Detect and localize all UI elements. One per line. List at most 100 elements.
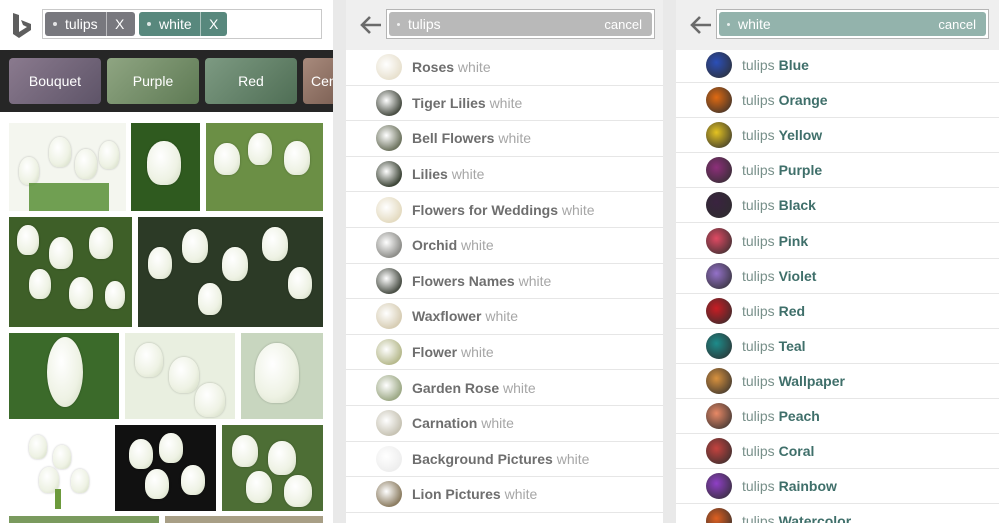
suggestion-suffix: white bbox=[498, 130, 532, 147]
query-box[interactable]: white cancel bbox=[716, 9, 989, 39]
suggestion-suffix: white bbox=[518, 272, 552, 289]
suggestion-term: Coral bbox=[778, 443, 815, 460]
suggestion-row[interactable]: Garden Rose white bbox=[346, 370, 663, 406]
suggestion-thumbnail bbox=[376, 303, 402, 330]
query-chip[interactable]: white cancel bbox=[719, 12, 986, 36]
suggestion-suffix: white bbox=[489, 94, 523, 111]
suggestion-row[interactable]: tulips Purple bbox=[676, 153, 999, 189]
suggestion-row[interactable]: Tiger Lilies white bbox=[346, 86, 663, 122]
image-result[interactable] bbox=[9, 123, 126, 211]
suggestion-row[interactable]: Bell Flowers white bbox=[346, 121, 663, 157]
suggestion-prefix: tulips bbox=[742, 197, 775, 214]
query-text: white bbox=[738, 16, 771, 32]
image-result[interactable] bbox=[222, 425, 323, 511]
suggestion-prefix: tulips bbox=[742, 232, 775, 249]
suggestion-row[interactable]: tulips Violet bbox=[676, 259, 999, 294]
suggestion-term: Red bbox=[778, 302, 806, 319]
suggestion-row[interactable]: tulips Watercolor bbox=[676, 504, 999, 523]
image-result[interactable] bbox=[241, 333, 323, 419]
suggestion-row[interactable]: tulips Coral bbox=[676, 434, 999, 470]
suggestion-term: Flowers Names bbox=[412, 272, 515, 289]
suggestion-thumbnail bbox=[376, 125, 402, 152]
suggestion-term: Orange bbox=[778, 92, 828, 109]
suggestion-text: Flowers for Weddings white bbox=[412, 202, 595, 218]
image-result[interactable] bbox=[131, 123, 200, 211]
suggestion-suffix: white bbox=[461, 237, 494, 254]
image-result[interactable] bbox=[115, 425, 216, 511]
suggestion-row[interactable]: Flowers for Weddings white bbox=[346, 192, 663, 228]
suggestion-term: Lion Pictures bbox=[412, 486, 501, 503]
suggestion-row[interactable]: Flowers Names white bbox=[346, 264, 663, 300]
chip-dot-icon bbox=[727, 22, 730, 26]
remove-chip-button[interactable]: X bbox=[105, 12, 133, 36]
search-header: tulips X white X bbox=[0, 0, 333, 50]
back-arrow-icon[interactable] bbox=[360, 15, 382, 35]
suggestion-prefix: tulips bbox=[742, 162, 775, 179]
filter-tile-cen[interactable]: Cen bbox=[303, 58, 333, 104]
suggestion-row[interactable]: Roses white bbox=[346, 50, 663, 86]
suggestion-row[interactable]: tulips Teal bbox=[676, 329, 999, 364]
query-box[interactable]: tulips cancel bbox=[386, 9, 655, 39]
search-box[interactable]: tulips X white X bbox=[42, 9, 322, 39]
suggestion-term: Background Pictures bbox=[412, 450, 553, 467]
image-result[interactable] bbox=[125, 333, 235, 419]
suggestion-row[interactable]: tulips Black bbox=[676, 188, 999, 224]
suggestion-prefix: tulips bbox=[742, 337, 775, 354]
filter-tile-bouquet[interactable]: Bouquet bbox=[9, 58, 101, 104]
suggestion-row[interactable]: tulips Yellow bbox=[676, 118, 999, 154]
suggestion-row[interactable]: tulips Wallpaper bbox=[676, 364, 999, 399]
suggestion-prefix: tulips bbox=[742, 127, 775, 144]
suggestion-thumbnail bbox=[706, 157, 732, 184]
image-result[interactable] bbox=[9, 425, 109, 511]
image-result[interactable] bbox=[9, 217, 132, 327]
chip-label: tulips bbox=[65, 16, 98, 32]
suggestion-thumbnail bbox=[376, 161, 402, 188]
suggestion-prefix: tulips bbox=[742, 443, 775, 460]
filter-label: Purple bbox=[132, 73, 174, 89]
image-result[interactable] bbox=[9, 516, 159, 523]
cancel-button[interactable]: cancel bbox=[604, 17, 642, 32]
suggestion-suffix: white bbox=[457, 59, 491, 76]
suggestion-list: tulips Blue tulips Orange tulips Yellow tul… bbox=[676, 48, 999, 523]
suggestion-term: Flower bbox=[412, 344, 458, 361]
filter-label: Cen bbox=[311, 73, 333, 89]
image-result[interactable] bbox=[138, 217, 323, 327]
suggestion-text: Roses white bbox=[412, 59, 491, 75]
suggestion-row[interactable]: tulips Rainbow bbox=[676, 469, 999, 505]
remove-chip-button[interactable]: X bbox=[199, 12, 227, 36]
suggestion-text: Waxflower white bbox=[412, 308, 518, 324]
filter-tile-purple[interactable]: Purple bbox=[107, 58, 199, 104]
suggestion-suffix: white bbox=[504, 486, 538, 503]
suggestion-row[interactable]: Carnation white bbox=[346, 406, 663, 442]
search-header: white cancel bbox=[676, 0, 999, 50]
image-result[interactable] bbox=[9, 333, 119, 419]
suggestion-row[interactable]: tulips Blue bbox=[676, 48, 999, 84]
suggestion-row[interactable]: tulips Peach bbox=[676, 399, 999, 435]
suggestion-suffix: white bbox=[485, 308, 519, 325]
suggestion-row[interactable]: tulips Orange bbox=[676, 83, 999, 119]
suggestion-row[interactable]: tulips Red bbox=[676, 294, 999, 329]
suggestion-thumbnail bbox=[376, 267, 402, 294]
image-result[interactable] bbox=[206, 123, 323, 211]
image-result[interactable] bbox=[165, 516, 323, 523]
suggestion-row[interactable]: Lion Pictures white bbox=[346, 477, 663, 513]
image-results-panel: tulips X white X Bouquet Purple Red Cen bbox=[0, 0, 333, 523]
suggestion-text: Lilies white bbox=[412, 166, 484, 182]
suggestion-text: tulips Rainbow bbox=[742, 478, 837, 494]
suggestion-row[interactable]: Background Pictures white bbox=[346, 442, 663, 478]
suggestion-row[interactable]: Waxflower white bbox=[346, 299, 663, 335]
cancel-button[interactable]: cancel bbox=[938, 17, 976, 32]
suggestion-text: tulips Watercolor bbox=[742, 513, 851, 523]
filter-tile-red[interactable]: Red bbox=[205, 58, 297, 104]
back-arrow-icon[interactable] bbox=[690, 15, 712, 35]
suggestion-thumbnail bbox=[706, 122, 732, 149]
suggestion-row[interactable]: Lilies white bbox=[346, 157, 663, 193]
suggestion-row[interactable]: tulips Pink bbox=[676, 223, 999, 259]
query-chip-white[interactable]: white X bbox=[139, 12, 227, 36]
suggestion-row[interactable]: Flower white bbox=[346, 335, 663, 371]
query-chip[interactable]: tulips cancel bbox=[389, 12, 652, 36]
suggestion-row[interactable]: Orchid white bbox=[346, 228, 663, 264]
suggestion-term: Wallpaper bbox=[778, 372, 845, 389]
query-chip-tulips[interactable]: tulips X bbox=[45, 12, 135, 36]
bing-logo-icon[interactable] bbox=[10, 12, 34, 40]
